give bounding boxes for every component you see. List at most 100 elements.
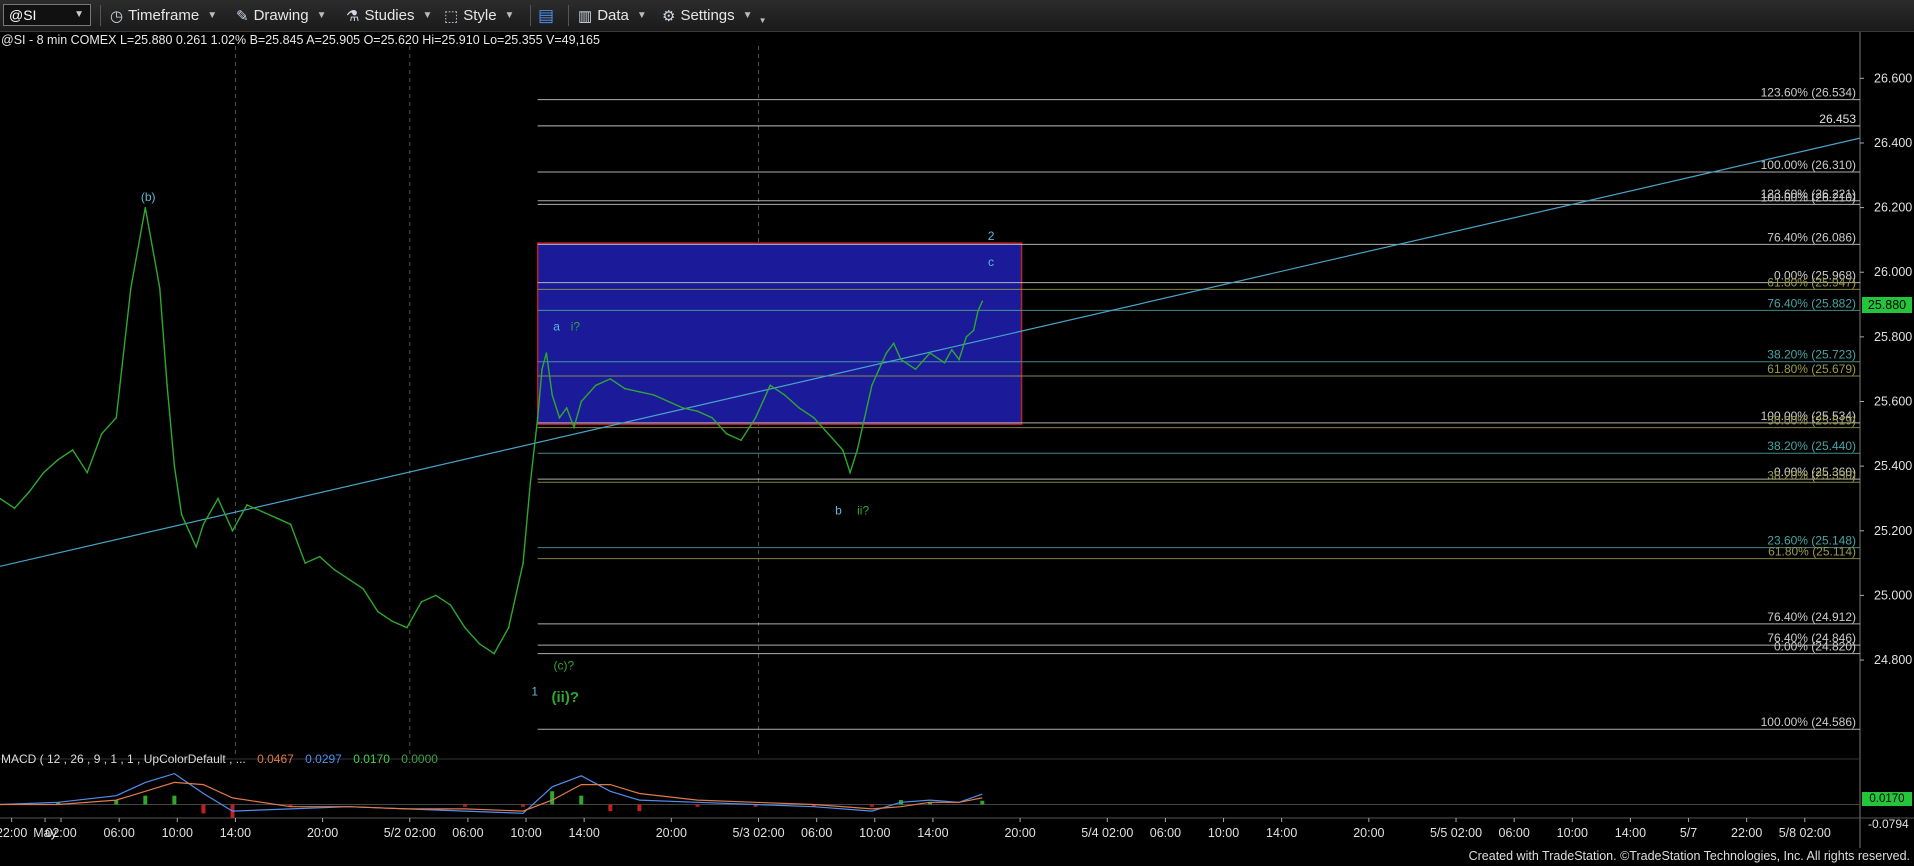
price-point bbox=[13, 507, 16, 509]
time-tick-label: 5/3 02:00 bbox=[732, 826, 784, 840]
fib-level-label: 38.20% (25.723) bbox=[1767, 348, 1856, 362]
price-point bbox=[115, 416, 118, 419]
price-point bbox=[958, 358, 960, 361]
price-point bbox=[863, 416, 866, 419]
price-point bbox=[565, 407, 568, 409]
price-point bbox=[173, 465, 176, 467]
price-point bbox=[289, 523, 292, 526]
fib-level-label: 100.00% (26.210) bbox=[1761, 190, 1856, 204]
price-tick-label: 26.400 bbox=[1874, 136, 1912, 150]
price-point bbox=[464, 626, 466, 629]
data-button[interactable]: ▥ Data ▼ bbox=[578, 0, 647, 31]
chevron-down-icon: ▼ bbox=[758, 16, 767, 25]
drawing-button[interactable]: ✎ Drawing ▼ bbox=[236, 0, 327, 31]
price-point bbox=[478, 643, 481, 645]
price-point bbox=[260, 510, 263, 513]
last-price-tag: 25.880 bbox=[1862, 297, 1912, 313]
price-point bbox=[977, 310, 979, 312]
time-tick-label: 10:00 bbox=[510, 826, 541, 840]
gear-icon: ⚙ bbox=[662, 7, 676, 25]
price-point bbox=[580, 400, 583, 403]
price-point bbox=[696, 410, 699, 412]
price-point bbox=[725, 433, 728, 435]
fib-level-label: 76.40% (24.912) bbox=[1767, 610, 1856, 624]
macd-histogram-bar bbox=[143, 795, 148, 805]
fib-level-label: 123.60% (26.534) bbox=[1761, 86, 1856, 100]
price-point bbox=[624, 387, 626, 390]
price-point bbox=[943, 361, 946, 364]
timeframe-button[interactable]: ◷ Timeframe ▼ bbox=[110, 0, 217, 31]
price-point bbox=[100, 433, 103, 435]
fib-level-label: 100.00% (24.586) bbox=[1761, 715, 1856, 729]
price-point bbox=[798, 407, 801, 409]
time-tick-label: 06:00 bbox=[104, 826, 135, 840]
price-point bbox=[522, 562, 524, 564]
wave-label: (c)? bbox=[553, 659, 574, 673]
price-point bbox=[333, 568, 336, 571]
time-tick-label: 10:00 bbox=[162, 826, 193, 840]
time-tick-label: 06:00 bbox=[1499, 826, 1530, 840]
price-point bbox=[541, 368, 543, 370]
price-point bbox=[362, 588, 365, 590]
pencil-icon: ✎ bbox=[236, 7, 249, 25]
fib-level-label: 0.00% (24.820) bbox=[1774, 640, 1856, 654]
symbol-input[interactable]: @SI ▼ bbox=[3, 4, 91, 26]
price-point bbox=[769, 384, 771, 387]
style-icon: ⬚ bbox=[444, 7, 459, 25]
chevron-down-icon: ▼ bbox=[207, 10, 218, 21]
price-tick-label: 25.200 bbox=[1874, 524, 1912, 538]
price-point bbox=[950, 348, 953, 351]
price-tick-label: 26.600 bbox=[1874, 71, 1912, 85]
price-point bbox=[981, 300, 984, 303]
time-tick-label: 20:00 bbox=[1353, 826, 1384, 840]
time-tick-label: 10:00 bbox=[1557, 826, 1588, 840]
price-point bbox=[391, 620, 394, 623]
price-point bbox=[246, 504, 248, 506]
price-point bbox=[812, 416, 815, 419]
price-tick-label: 25.600 bbox=[1874, 395, 1912, 409]
wave-label: b bbox=[835, 504, 842, 518]
macd-value: 0.0297 bbox=[305, 752, 342, 766]
fib-level-label: 61.80% (25.114) bbox=[1768, 545, 1856, 559]
wave-label: (ii)? bbox=[552, 689, 580, 706]
fib-level-label: 76.40% (26.086) bbox=[1767, 230, 1856, 244]
price-point bbox=[914, 368, 917, 370]
macd-value: 0.0467 bbox=[257, 752, 294, 766]
price-point bbox=[754, 416, 757, 419]
settings-button[interactable]: ⚙ Settings ▼ ▼ bbox=[662, 0, 766, 31]
price-tick-label: 24.800 bbox=[1874, 653, 1912, 667]
chevron-down-icon: ▼ bbox=[422, 10, 433, 21]
price-point bbox=[682, 407, 684, 409]
price-point bbox=[609, 378, 612, 380]
time-tick-label: 06:00 bbox=[1150, 826, 1181, 840]
time-tick-label: 06:00 bbox=[452, 826, 483, 840]
time-tick-label: 14:00 bbox=[1266, 826, 1297, 840]
fib-level-label: 100.00% (26.310) bbox=[1761, 158, 1856, 172]
price-point bbox=[129, 287, 132, 290]
fib-level-label: 61.80% (25.947) bbox=[1767, 275, 1856, 289]
price-point bbox=[892, 342, 895, 345]
macd-histogram-bar bbox=[550, 791, 555, 805]
price-point bbox=[856, 449, 859, 451]
style-button[interactable]: ⬚ Style ▼ bbox=[444, 0, 514, 31]
time-tick-label: 20:00 bbox=[307, 826, 338, 840]
symbol-value: @SI bbox=[9, 7, 37, 23]
studies-button[interactable]: ⚗ Studies ▼ bbox=[346, 0, 432, 31]
price-tick-label: 25.400 bbox=[1874, 459, 1912, 473]
price-point bbox=[180, 513, 183, 516]
macd-histogram-bar bbox=[608, 804, 613, 812]
time-tick-label: 14:00 bbox=[569, 826, 600, 840]
wave-label: 2 bbox=[988, 229, 995, 243]
macd-line bbox=[0, 772, 983, 814]
macd-histogram-bar bbox=[463, 804, 467, 807]
price-chart[interactable]: 24.800 25.000 25.200 25.400 25.600 25.800 26.0… bbox=[0, 32, 1914, 848]
time-tick-label: 06:00 bbox=[801, 826, 832, 840]
macd-histogram-bar bbox=[521, 804, 526, 807]
wave-label: a bbox=[553, 319, 560, 333]
chevron-down-icon[interactable]: ▼ bbox=[74, 5, 84, 25]
price-tick-label: 26.200 bbox=[1874, 201, 1912, 215]
fib-level-label: 50.00% (25.519) bbox=[1767, 414, 1856, 428]
layout-button[interactable]: ▤ bbox=[538, 0, 559, 31]
fib-zone-box bbox=[536, 242, 1023, 425]
footer-copyright: Created with TradeStation. ©TradeStation… bbox=[1468, 849, 1910, 863]
